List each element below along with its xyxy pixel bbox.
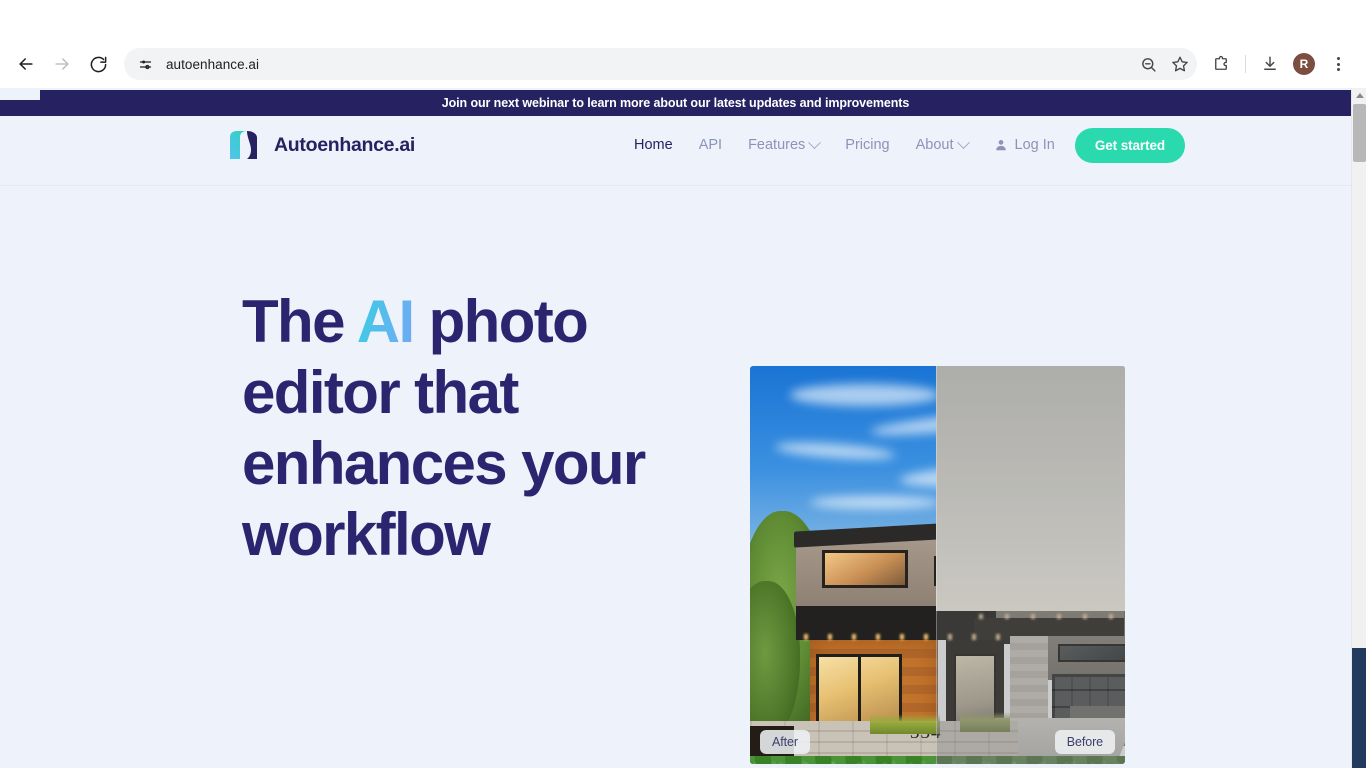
nav-item-home[interactable]: Home (634, 137, 673, 153)
bookmark-star-icon[interactable] (1171, 55, 1189, 73)
login-link[interactable]: Log In (994, 137, 1055, 153)
extensions-puzzle-icon[interactable] (1205, 48, 1237, 80)
banner-notch (0, 90, 40, 100)
window (822, 550, 908, 588)
nav-item-pricing-label: Pricing (845, 137, 890, 153)
browser-toolbar: autoenhance.ai R (0, 40, 1366, 88)
nav-item-features[interactable]: Features (748, 135, 822, 153)
property-photo: 334 (750, 366, 1125, 764)
ornamental-grass (870, 714, 940, 734)
nav-item-about[interactable]: About (915, 135, 970, 153)
nav-item-pricing[interactable]: Pricing (845, 137, 889, 153)
three-dot-menu-icon[interactable] (1322, 48, 1354, 80)
site-settings-icon[interactable] (136, 55, 154, 73)
scrollbar-thumb[interactable] (1353, 104, 1366, 162)
scrollbar-track-bottom (1352, 648, 1366, 768)
before-label: Before (1054, 730, 1115, 754)
after-label: After (760, 730, 810, 754)
nav-item-api[interactable]: API (699, 137, 722, 153)
forward-arrow-icon[interactable] (46, 48, 78, 80)
chevron-down-icon (956, 135, 970, 149)
nav-item-home-label: Home (634, 137, 673, 153)
nav-item-api-label: API (698, 137, 723, 153)
page-title: The AI photo editor that enhances your w… (242, 286, 712, 570)
browser-chrome: autoenhance.ai R (0, 0, 1366, 88)
comparison-divider[interactable] (936, 366, 937, 764)
profile-avatar[interactable]: R (1288, 48, 1320, 80)
get-started-button[interactable]: Get started (1074, 127, 1186, 163)
announcement-banner[interactable]: Join our next webinar to learn more abou… (0, 90, 1351, 116)
hero-section: The AI photo editor that enhances your w… (0, 186, 1351, 768)
before-after-comparison[interactable]: 334 After Before (750, 366, 1125, 764)
zoom-out-icon[interactable] (1140, 56, 1157, 73)
cloud (810, 496, 940, 509)
brand-name: Autoenhance.ai (274, 133, 415, 156)
before-half (936, 366, 1125, 764)
announcement-text: Join our next webinar to learn more abou… (441, 96, 910, 110)
download-icon[interactable] (1254, 48, 1286, 80)
tab-strip (0, 0, 1366, 40)
nav-item-features-label: Features (748, 137, 806, 153)
url-text: autoenhance.ai (166, 56, 260, 72)
site-header: Autoenhance.ai Home API Features Pricing… (0, 116, 1351, 174)
site-navigation: Home API Features Pricing About Log In G… (634, 127, 1186, 163)
chevron-down-icon (808, 135, 822, 149)
login-label: Log In (1014, 137, 1055, 153)
reload-icon[interactable] (82, 48, 114, 80)
headline-part1: The (242, 288, 357, 355)
page-viewport: Join our next webinar to learn more abou… (0, 88, 1366, 768)
toolbar-actions: R (1205, 48, 1356, 80)
scrollbar-up-arrow[interactable] (1352, 88, 1366, 103)
avatar-initial: R (1293, 53, 1315, 75)
autoenhance-logo-icon (226, 128, 262, 162)
nav-item-about-label: About (915, 137, 954, 153)
brand-logo[interactable]: Autoenhance.ai (226, 128, 415, 162)
cloud (790, 384, 940, 406)
page-scrollbar[interactable] (1351, 88, 1366, 768)
back-arrow-icon[interactable] (10, 48, 42, 80)
address-bar[interactable]: autoenhance.ai (124, 48, 1197, 80)
headline-highlight-ai: AI (356, 288, 415, 355)
person-icon (994, 138, 1008, 152)
toolbar-divider (1245, 55, 1246, 73)
